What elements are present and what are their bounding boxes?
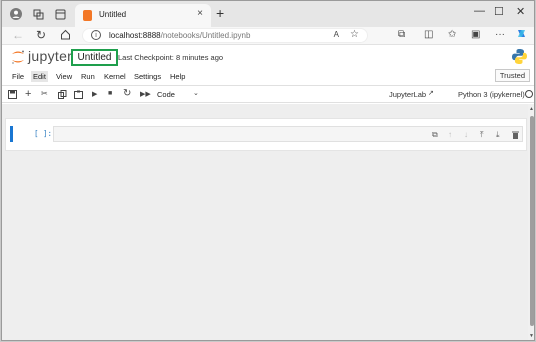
cell-prompt: [ ]: (34, 129, 53, 138)
jupyter-favicon-icon (83, 10, 92, 21)
menu-help[interactable]: Help (168, 71, 187, 82)
python-logo-icon (512, 49, 527, 64)
code-cell-input[interactable]: ⧉ ↑ ↓ ⤒ ⤓ (53, 126, 523, 142)
paste-icon[interactable] (74, 90, 83, 101)
jupyterlab-link[interactable]: JupyterLab (389, 90, 426, 99)
maximize-icon[interactable]: ☐ (494, 5, 504, 18)
tab-untitled[interactable]: Untitled × (75, 4, 211, 27)
move-up-icon[interactable]: ↑ (448, 130, 452, 139)
url-text: localhost:8888/notebooks/Untitled.ipynb (109, 31, 250, 40)
external-link-icon[interactable]: ↗ (428, 89, 434, 97)
close-window-icon[interactable]: ✕ (516, 5, 525, 18)
menu-run[interactable]: Run (79, 71, 97, 82)
tab-title: Untitled (99, 10, 127, 19)
extensions-icon[interactable]: ⧉ (398, 29, 405, 40)
duplicate-icon[interactable]: ⧉ (432, 130, 438, 140)
run-all-icon[interactable]: ▶▶ (140, 90, 151, 98)
menu-bar: File Edit View Run Kernel Settings Help … (2, 69, 534, 83)
kernel-name[interactable]: Python 3 (ipykernel) (458, 90, 525, 99)
save-icon[interactable] (8, 90, 17, 101)
menu-settings[interactable]: Settings (132, 71, 163, 82)
split-screen-icon[interactable]: ◫ (424, 29, 433, 40)
browser-window: Untitled × + — ☐ ✕ ← ↻ i localhost:8888/… (1, 0, 535, 341)
profile-icon[interactable] (8, 6, 24, 22)
more-options-icon[interactable]: ··· (495, 29, 505, 40)
checkpoint-status: Last Checkpoint: 8 minutes ago (118, 53, 224, 62)
jupyter-header: jupyter Untitled Last Checkpoint: 8 minu… (2, 45, 534, 69)
cut-icon[interactable]: ✂ (41, 89, 48, 98)
notebook-area: [ ]: ⧉ ↑ ↓ ⤒ ⤓ (2, 104, 528, 340)
site-info-icon[interactable]: i (91, 30, 101, 40)
vertical-scrollbar[interactable]: ▲ ▼ (528, 104, 534, 340)
menu-file[interactable]: File (10, 71, 26, 82)
run-icon[interactable]: ▶ (92, 90, 97, 98)
add-cell-icon[interactable]: + (25, 88, 31, 100)
notebook-name[interactable]: Untitled (71, 49, 118, 66)
jupyter-logo-icon[interactable] (10, 49, 26, 65)
tab-bar: Untitled × + — ☐ ✕ (2, 1, 534, 27)
notebook-toolbar: + ✂ ▶ ■ ↻ ▶▶ Code ⌄ JupyterLab ↗ Python … (2, 85, 534, 103)
url-host: localhost:8888 (109, 31, 161, 40)
delete-icon[interactable] (512, 131, 519, 141)
jupyter-wordmark[interactable]: jupyter (28, 48, 72, 64)
scrollbar-thumb[interactable] (530, 116, 534, 326)
cell-type-select[interactable]: Code (157, 90, 175, 99)
scroll-down-icon[interactable]: ▼ (529, 333, 534, 339)
insert-above-icon[interactable]: ⤒ (480, 130, 484, 140)
minimize-icon[interactable]: — (474, 5, 485, 17)
copy-icon[interactable] (58, 90, 67, 101)
chevron-down-icon[interactable]: ⌄ (193, 89, 199, 97)
back-icon[interactable]: ← (12, 28, 24, 42)
refresh-icon[interactable]: ↻ (36, 28, 46, 42)
insert-below-icon[interactable]: ⤓ (496, 130, 500, 140)
copilot-icon[interactable] (516, 28, 527, 42)
stop-icon[interactable]: ■ (108, 90, 112, 97)
favorites-icon[interactable]: ✩ (448, 29, 456, 40)
restart-icon[interactable]: ↻ (123, 88, 131, 99)
tab-actions-icon[interactable] (52, 6, 68, 22)
menu-kernel[interactable]: Kernel (102, 71, 128, 82)
kernel-status-icon (525, 90, 533, 98)
read-aloud-icon[interactable]: A (334, 30, 339, 39)
home-icon[interactable] (60, 29, 71, 43)
menu-edit[interactable]: Edit (31, 71, 48, 82)
url-field[interactable]: i localhost:8888/notebooks/Untitled.ipyn… (82, 28, 368, 43)
notebook-panel: [ ]: ⧉ ↑ ↓ ⤒ ⤓ (5, 118, 527, 151)
trusted-badge[interactable]: Trusted (494, 69, 530, 82)
address-bar: ← ↻ i localhost:8888/notebooks/Untitled.… (2, 27, 534, 45)
move-down-icon[interactable]: ↓ (464, 130, 468, 139)
active-cell-indicator (10, 126, 13, 142)
new-tab-icon[interactable]: + (216, 5, 224, 21)
workspaces-icon[interactable] (30, 6, 46, 22)
collections-icon[interactable]: ▣ (471, 29, 480, 40)
scroll-up-icon[interactable]: ▲ (529, 106, 534, 112)
close-tab-icon[interactable]: × (197, 8, 203, 19)
menu-view[interactable]: View (54, 71, 74, 82)
favorite-star-icon[interactable]: ☆ (350, 29, 359, 40)
url-path: /notebooks/Untitled.ipynb (160, 31, 251, 40)
